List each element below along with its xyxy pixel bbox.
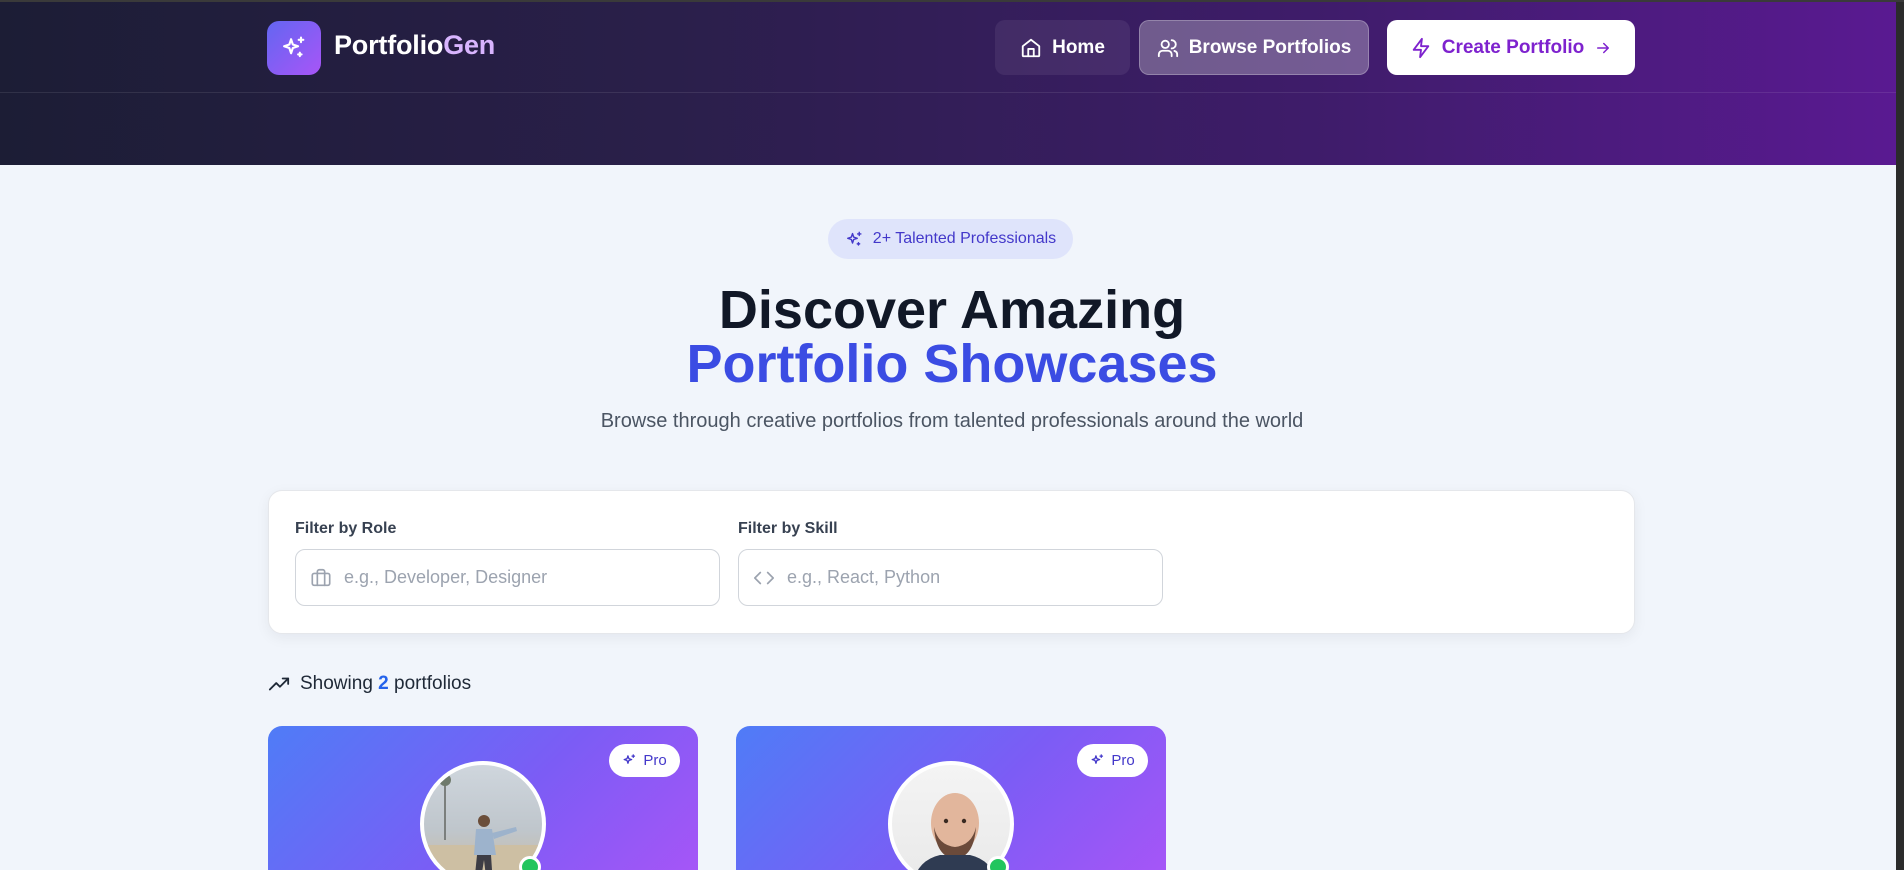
online-status-dot — [519, 856, 541, 870]
page-title-line1: Discover Amazing — [718, 280, 1186, 340]
pro-badge-label: Pro — [643, 752, 667, 769]
pro-badge-label: Pro — [1111, 752, 1135, 769]
navbar: PortfolioGen Home Browse Portfolios Crea… — [0, 0, 1904, 93]
logo[interactable] — [267, 21, 321, 75]
avatar — [888, 761, 1014, 870]
avatar — [420, 761, 546, 870]
page-title-line2: Portfolio Showcases — [686, 334, 1218, 394]
online-status-dot — [987, 856, 1009, 870]
create-portfolio-label: Create Portfolio — [1441, 36, 1585, 58]
home-icon — [1021, 38, 1041, 57]
create-portfolio-button[interactable]: Create Portfolio — [1387, 20, 1635, 75]
trending-up-icon — [268, 677, 290, 691]
portfolio-card[interactable]: Pro — [736, 726, 1166, 870]
zap-icon — [1412, 37, 1429, 58]
professionals-badge: 2+ Talented Professionals — [828, 219, 1073, 259]
pro-badge: Pro — [609, 744, 680, 777]
sparkles-icon — [623, 754, 636, 764]
role-filter-field[interactable] — [295, 549, 720, 606]
results-count: Showing 2 portfolios — [268, 673, 471, 695]
skill-filter-label: Filter by Skill — [738, 520, 838, 537]
person-photo — [918, 793, 992, 870]
sparkles-icon — [846, 231, 862, 246]
brand-accent: Gen — [443, 30, 496, 60]
page-subtitle: Browse through creative portfolios from … — [600, 410, 1304, 432]
skill-filter-field[interactable] — [738, 549, 1163, 606]
window-edge — [1896, 0, 1904, 870]
briefcase-icon — [311, 568, 331, 586]
sparkles-icon — [1091, 754, 1104, 764]
nav-browse-label: Browse Portfolios — [1188, 36, 1352, 58]
professionals-badge-text: 2+ Talented Professionals — [872, 230, 1057, 247]
brand-main: Portfolio — [334, 30, 444, 60]
nav-home-button[interactable]: Home — [995, 20, 1130, 75]
brand-name[interactable]: PortfolioGen — [334, 30, 495, 61]
role-filter-input[interactable] — [344, 567, 704, 588]
pro-badge: Pro — [1077, 744, 1148, 777]
nav-home-label: Home — [1052, 36, 1105, 58]
window-top-border — [0, 0, 1904, 2]
person-photo — [424, 774, 542, 870]
code-icon — [754, 571, 774, 584]
role-filter-label: Filter by Role — [295, 520, 397, 537]
skill-filter-input[interactable] — [787, 567, 1147, 588]
nav-browse-button[interactable]: Browse Portfolios — [1139, 20, 1369, 75]
results-number: 2 — [378, 673, 389, 694]
arrow-right-icon — [1597, 42, 1610, 53]
users-icon — [1157, 38, 1178, 57]
results-suffix: portfolios — [394, 673, 472, 694]
results-prefix: Showing — [300, 673, 373, 694]
sparkles-icon — [283, 36, 305, 58]
portfolio-card[interactable]: Pro — [268, 726, 698, 870]
